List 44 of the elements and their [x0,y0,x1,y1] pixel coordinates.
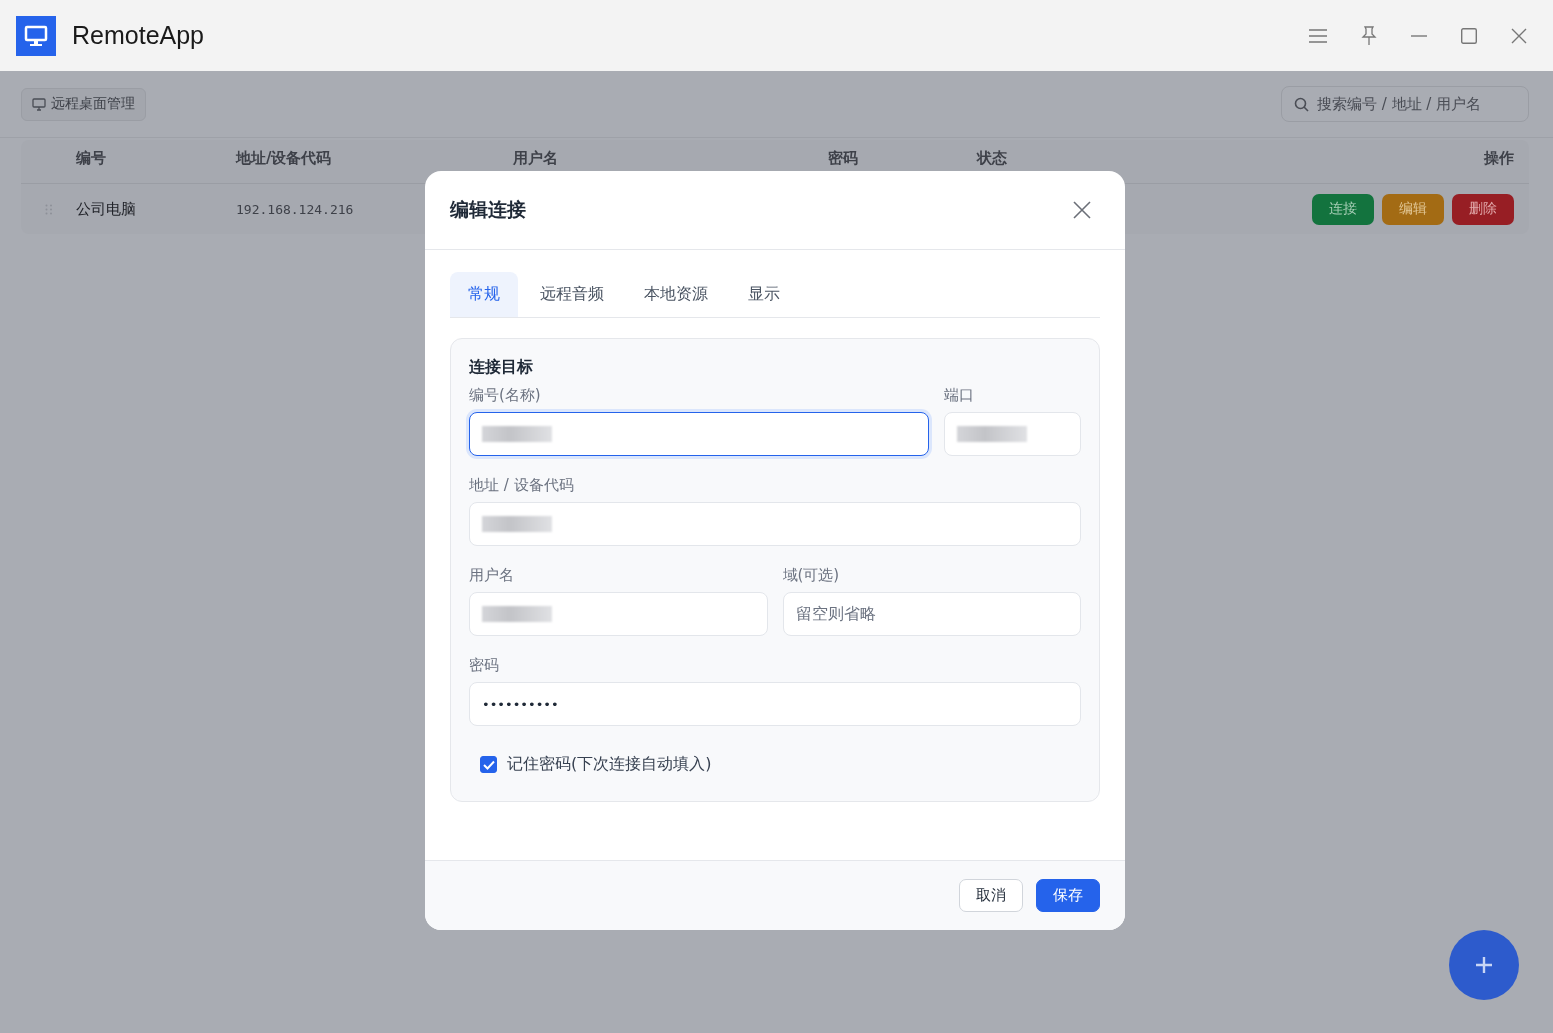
field-label: 地址 / 设备代码 [469,476,575,495]
dialog-button[interactable]: 保存 [1036,879,1100,912]
tab[interactable]: 显示 [730,272,798,317]
field-label: 编号(名称) [469,386,542,405]
maximize-icon[interactable] [1461,27,1477,44]
close-icon[interactable] [1073,201,1091,219]
dialog-title: 编辑连接 [450,197,526,222]
field-label: 域(可选) [782,566,841,585]
column-header: 密码 [828,150,859,167]
column-header: 用户名 [513,150,559,167]
plus-icon [1474,955,1494,975]
field-label: 用户名 [469,566,515,585]
checkbox-label: 记住密码(下次连接自动填入) [507,754,712,775]
column-header: 编号 [76,150,107,167]
search-field[interactable]: 搜索编号 / 地址 / 用户名 [1281,86,1529,122]
column-header: 地址/设备代码 [236,150,333,167]
monitor-icon [16,15,56,56]
minimize-icon[interactable] [1411,34,1427,37]
input-field[interactable] [469,412,929,456]
close-icon[interactable] [1511,27,1527,44]
drag-handle-icon[interactable] [44,203,53,215]
input-field[interactable]: •••••••••• [469,682,1081,726]
pin-icon[interactable] [1361,25,1377,46]
action-button[interactable]: 编辑 [1382,193,1444,225]
table-cell: 192.168.124.216 [236,201,354,217]
search-icon [1294,96,1309,112]
action-button[interactable]: 删除 [1452,193,1514,225]
tab[interactable]: 远程音频 [522,272,622,317]
column-header: 操作 [1484,150,1514,167]
window-title: RemoteApp [72,21,205,50]
column-header: 状态 [977,150,1008,167]
table-cell: 公司电脑 [76,199,136,219]
menu-icon[interactable] [1309,28,1327,43]
checkbox[interactable] [480,756,497,773]
tab[interactable]: 本地资源 [626,272,726,317]
dialog-button[interactable]: 取消 [959,879,1023,912]
monitor-icon [32,97,46,111]
field-label: 端口 [944,386,975,405]
remote-desktop-button[interactable]: 远程桌面管理 [21,87,146,121]
field-label: 密码 [469,656,500,675]
tab[interactable]: 常规 [450,272,518,317]
action-button[interactable]: 连接 [1312,193,1374,225]
input-field[interactable]: 留空则省略 [782,592,1081,636]
section-title: 连接目标 [469,357,534,378]
